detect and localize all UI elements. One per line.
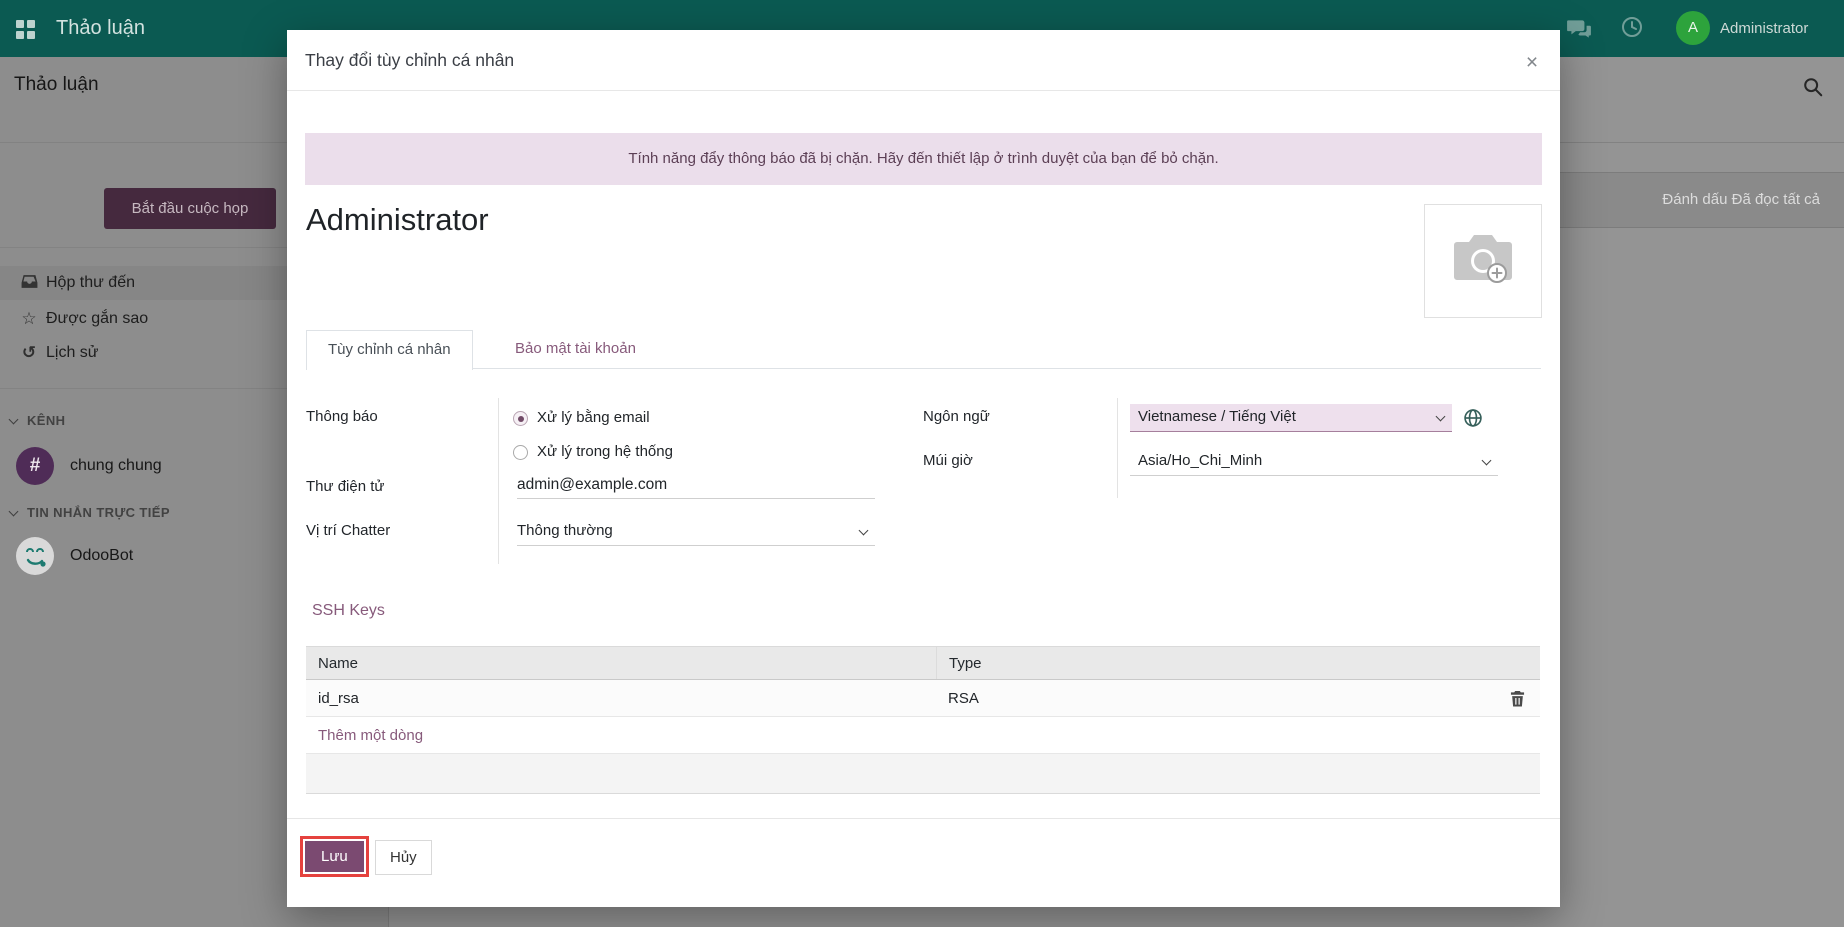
- preferences-modal: Thay đổi tùy chỉnh cá nhân × Tính năng đ…: [287, 30, 1560, 907]
- start-meeting-button[interactable]: Bắt đầu cuộc họp: [104, 188, 276, 229]
- chevron-down-icon: [1436, 412, 1446, 422]
- tab-preferences[interactable]: Tùy chỉnh cá nhân: [306, 330, 473, 370]
- activities-clock-icon[interactable]: [1620, 15, 1646, 41]
- avatar-upload-placeholder[interactable]: [1424, 204, 1542, 318]
- chatter-position-label: Vị trí Chatter: [306, 522, 390, 539]
- notification-label: Thông báo: [306, 408, 378, 425]
- timezone-select[interactable]: Asia/Ho_Chi_Minh: [1130, 448, 1498, 476]
- chevron-down-icon: [9, 415, 19, 425]
- user-menu[interactable]: Administrator: [1720, 0, 1808, 57]
- record-name-heading: Administrator: [306, 202, 489, 238]
- sidebar-section-label: KÊNH: [27, 413, 65, 428]
- history-icon: ↺: [18, 336, 40, 370]
- sidebar-item-label: Lịch sử: [46, 336, 99, 370]
- column-header-type: Type: [936, 647, 1494, 679]
- modal-title: Thay đổi tùy chỉnh cá nhân: [305, 30, 514, 90]
- star-icon: ☆: [18, 302, 40, 336]
- close-icon[interactable]: ×: [1520, 52, 1544, 76]
- camera-plus-icon: [1451, 232, 1515, 290]
- globe-icon[interactable]: [1463, 408, 1483, 428]
- language-value: Vietnamese / Tiếng Việt: [1138, 408, 1296, 425]
- page-title: Thảo luận: [14, 74, 99, 96]
- tabs-underline: [306, 368, 1541, 369]
- channel-name: chung chung: [70, 442, 162, 490]
- form-column-divider: [498, 398, 499, 564]
- column-header-actions: [1494, 647, 1540, 679]
- chevron-down-icon: [1482, 456, 1492, 466]
- table-row[interactable]: id_rsa RSA: [306, 680, 1540, 717]
- push-notification-alert: Tính năng đẩy thông báo đã bị chặn. Hãy …: [305, 133, 1542, 185]
- email-input[interactable]: [517, 472, 875, 499]
- language-select[interactable]: Vietnamese / Tiếng Việt: [1130, 404, 1452, 432]
- apps-menu-icon[interactable]: [16, 20, 35, 39]
- user-avatar[interactable]: A: [1676, 11, 1710, 45]
- table-header-row: Name Type: [306, 646, 1540, 680]
- email-label: Thư điện tử: [306, 478, 384, 495]
- timezone-value: Asia/Ho_Chi_Minh: [1138, 452, 1262, 469]
- radio-handle-by-email[interactable]: [513, 411, 528, 426]
- odoobot-avatar: [16, 537, 54, 575]
- chevron-down-icon: [859, 526, 869, 536]
- sidebar-section-label: TIN NHẮN TRỰC TIẾP: [27, 505, 170, 520]
- sidebar-item-label: Được gắn sao: [46, 302, 148, 336]
- messages-icon[interactable]: [1566, 16, 1592, 42]
- dm-name: OdooBot: [70, 532, 133, 580]
- modal-footer-divider: [287, 818, 1560, 819]
- search-icon[interactable]: [1802, 76, 1824, 103]
- table-empty-row: [306, 754, 1540, 794]
- column-header-name: Name: [306, 647, 936, 679]
- save-button-highlight: Lưu: [300, 836, 369, 877]
- form-column-divider: [1117, 398, 1118, 498]
- chatter-position-value: Thông thường: [517, 522, 613, 539]
- delete-row-button[interactable]: [1494, 680, 1540, 716]
- cancel-button[interactable]: Hủy: [375, 840, 432, 875]
- chatter-position-select[interactable]: Thông thường: [517, 518, 875, 546]
- ssh-keys-heading: SSH Keys: [312, 602, 385, 620]
- add-a-line-link[interactable]: Thêm một dòng: [306, 717, 423, 753]
- modal-header-divider: [287, 90, 1560, 91]
- inbox-icon: [18, 266, 40, 300]
- tab-account-security[interactable]: Bảo mật tài khoản: [494, 330, 657, 368]
- table-add-row: Thêm một dòng: [306, 717, 1540, 754]
- ssh-keys-table: Name Type id_rsa RSA Thêm một dòng: [306, 646, 1540, 794]
- radio-handle-in-odoo[interactable]: [513, 445, 528, 460]
- channel-hash-icon: #: [16, 447, 54, 485]
- radio-label-email[interactable]: Xử lý bằng email: [537, 409, 650, 426]
- trash-icon: [1510, 690, 1525, 707]
- cell-name: id_rsa: [306, 680, 936, 716]
- save-button[interactable]: Lưu: [305, 841, 364, 872]
- chevron-down-icon: [9, 507, 19, 517]
- navbar-app-name[interactable]: Thảo luận: [56, 0, 145, 57]
- sidebar-item-label: Hộp thư đến: [46, 266, 135, 300]
- radio-label-in-odoo[interactable]: Xử lý trong hệ thống: [537, 443, 673, 460]
- timezone-label: Múi giờ: [923, 452, 973, 469]
- language-label: Ngôn ngữ: [923, 408, 990, 425]
- cell-type: RSA: [936, 680, 1494, 716]
